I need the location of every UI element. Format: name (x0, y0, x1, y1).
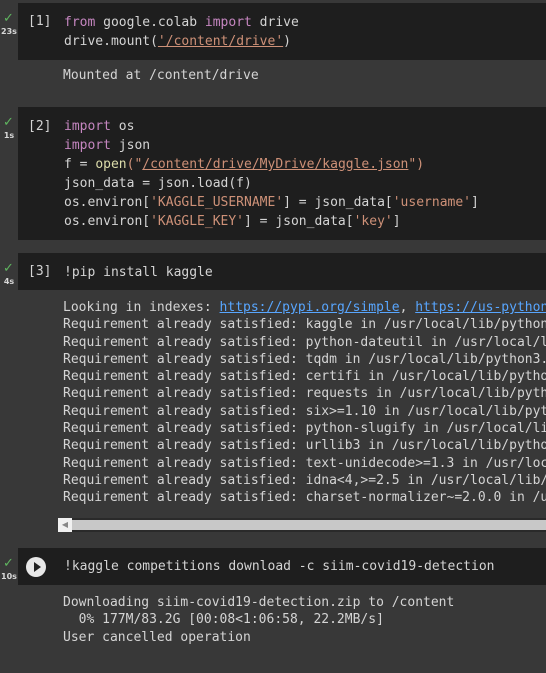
code-text[interactable]: !kaggle competitions download -c siim-co… (64, 557, 546, 576)
exec-time: 10s (1, 572, 17, 581)
cell-output: Mounted at /content/drive (63, 68, 259, 83)
exec-time: 23s (1, 27, 17, 36)
check-icon: ✓ (3, 261, 14, 276)
cell-3: ✓ 4s [3] !pip install kaggle Looking in … (0, 253, 546, 541)
code-editor[interactable]: [1] from google.colab import drive drive… (18, 3, 546, 60)
cell-output: Downloading siim-covid19-detection.zip t… (63, 595, 455, 645)
code-text[interactable]: import os import json f = open("/content… (64, 117, 546, 231)
cell-1: ✓ 23s [1] from google.colab import drive… (0, 0, 546, 100)
cell-4: ✓ 10s !kaggle competitions download -c s… (0, 548, 546, 673)
check-icon: ✓ (3, 115, 14, 130)
code-editor[interactable]: [2] import os import json f = open("/con… (18, 107, 546, 240)
scroll-left-arrow-icon[interactable]: ◀ (58, 518, 72, 532)
cell-2: ✓ 1s [2] import os import json f = open(… (0, 107, 546, 242)
code-text[interactable]: !pip install kaggle (64, 263, 546, 282)
play-icon[interactable] (26, 557, 46, 577)
scroll-thumb[interactable] (72, 520, 546, 530)
exec-count: [3] (28, 264, 52, 279)
us-python-link[interactable]: https://us-python. (415, 300, 546, 315)
cell-output: Looking in indexes: https://pypi.org/sim… (63, 299, 546, 507)
code-text[interactable]: from google.colab import drive drive.mou… (64, 13, 546, 51)
exec-time: 4s (3, 277, 15, 286)
exec-time: 1s (3, 131, 15, 140)
check-icon: ✓ (3, 556, 14, 571)
pypi-link[interactable]: https://pypi.org/simple (220, 300, 400, 315)
exec-count: [1] (28, 14, 52, 29)
check-icon: ✓ (3, 11, 14, 26)
code-editor[interactable]: !kaggle competitions download -c siim-co… (18, 548, 546, 585)
code-editor[interactable]: [3] !pip install kaggle (18, 253, 546, 290)
horizontal-scrollbar[interactable]: ◀ (58, 518, 546, 532)
exec-count: [2] (28, 119, 52, 134)
